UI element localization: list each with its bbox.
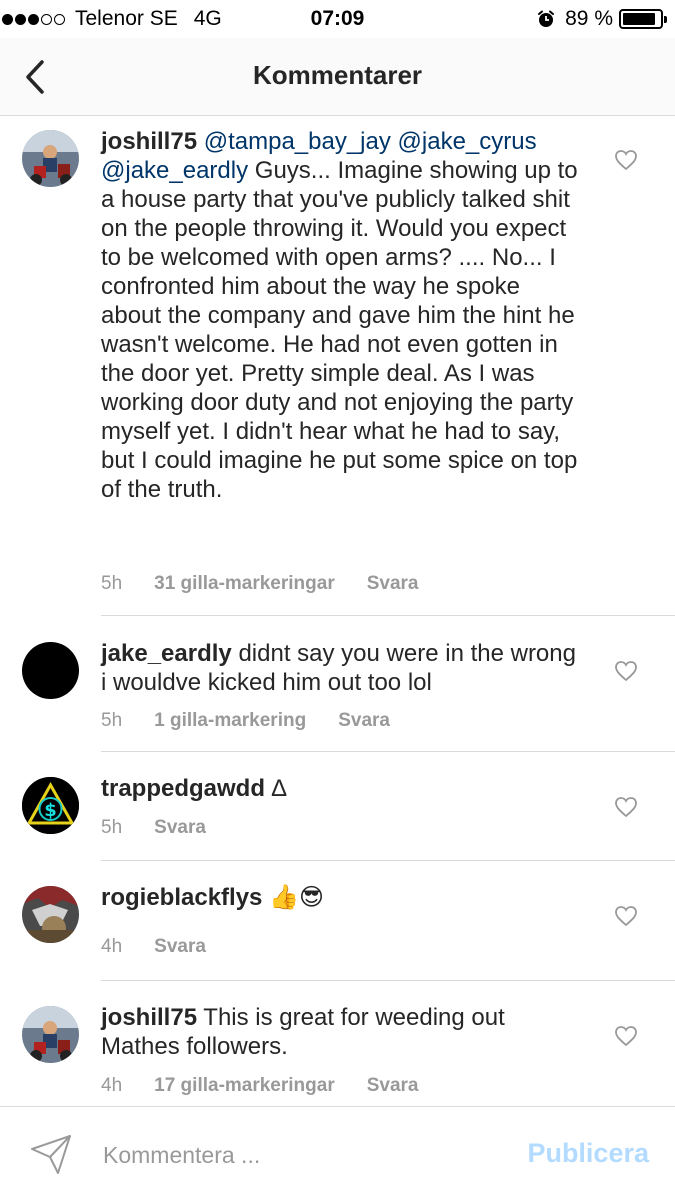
alarm-clock-icon [538, 10, 555, 27]
divider [101, 615, 675, 616]
comment-meta: 5h 1 gilla-markering Svara [101, 710, 390, 732]
svg-text:$: $ [44, 800, 57, 821]
reply-button[interactable]: Svara [154, 817, 206, 839]
divider [101, 980, 675, 981]
heart-icon[interactable] [614, 1025, 638, 1047]
comment-username[interactable]: joshill75 [101, 128, 197, 155]
comment-time: 5h [101, 710, 123, 731]
divider [101, 751, 675, 752]
comment-text: trappedgawdd ∆ [101, 774, 581, 803]
comment-meta: 4h Svara [101, 936, 206, 958]
send-direct-icon[interactable] [30, 1133, 72, 1175]
mention-link[interactable]: @tampa_bay_jay [204, 128, 391, 155]
comment-username[interactable]: joshill75 [101, 1004, 197, 1031]
avatar[interactable]: $ [22, 777, 79, 834]
avatar[interactable] [22, 642, 79, 699]
comment-input-bar: Publicera [0, 1106, 675, 1200]
status-bar: Telenor SE 4G 07:09 89 % [0, 0, 675, 38]
comment-time: 5h [101, 817, 123, 838]
avatar[interactable] [22, 1006, 79, 1063]
battery-icon [619, 9, 667, 29]
heart-icon[interactable] [614, 660, 638, 682]
comment-text: joshill75 This is great for weeding out … [101, 1003, 581, 1061]
heart-icon[interactable] [614, 796, 638, 818]
comment-time: 4h [101, 1075, 123, 1096]
comment-meta: 5h Svara [101, 817, 206, 839]
comment-meta: 5h 31 gilla-markeringar Svara [101, 573, 419, 595]
reply-button[interactable]: Svara [367, 1075, 419, 1097]
heart-icon[interactable] [614, 905, 638, 927]
comment-likes[interactable]: 1 gilla-markering [154, 710, 306, 732]
avatar[interactable] [22, 886, 79, 943]
status-right: 89 % [537, 7, 667, 31]
mention-link[interactable]: @jake_cyrus [398, 128, 537, 155]
nav-bar: Kommentarer [0, 38, 675, 116]
divider [101, 860, 675, 861]
comment-username[interactable]: trappedgawdd [101, 775, 265, 802]
comment-content: 👍😎 [269, 884, 324, 911]
reply-button[interactable]: Svara [367, 573, 419, 595]
mention-link[interactable]: @jake_eardly [101, 157, 248, 184]
comment-meta: 4h 17 gilla-markeringar Svara [101, 1075, 419, 1097]
comment-time: 4h [101, 936, 123, 957]
comment-username[interactable]: rogieblackflys [101, 884, 262, 911]
reply-button[interactable]: Svara [154, 936, 206, 958]
avatar[interactable] [22, 130, 79, 187]
comment-input[interactable] [103, 1139, 483, 1171]
comment-time: 5h [101, 573, 123, 594]
comment-likes[interactable]: 31 gilla-markeringar [154, 573, 335, 595]
comment-text: jake_eardly didnt say you were in the wr… [101, 639, 581, 697]
comment-username[interactable]: jake_eardly [101, 640, 232, 667]
comment-likes[interactable]: 17 gilla-markeringar [154, 1075, 335, 1097]
reply-button[interactable]: Svara [338, 710, 390, 732]
comment-content: ∆ [271, 775, 287, 802]
comment-text: joshill75 @tampa_bay_jay @jake_cyrus @ja… [101, 127, 581, 504]
publish-button[interactable]: Publicera [527, 1138, 649, 1169]
page-title: Kommentarer [252, 60, 423, 90]
heart-icon[interactable] [614, 149, 638, 171]
battery-percent: 89 % [565, 7, 613, 30]
comment-text: rogieblackflys 👍😎 [101, 883, 581, 912]
comment-content: Guys... Imagine showing up to a house pa… [101, 157, 578, 503]
